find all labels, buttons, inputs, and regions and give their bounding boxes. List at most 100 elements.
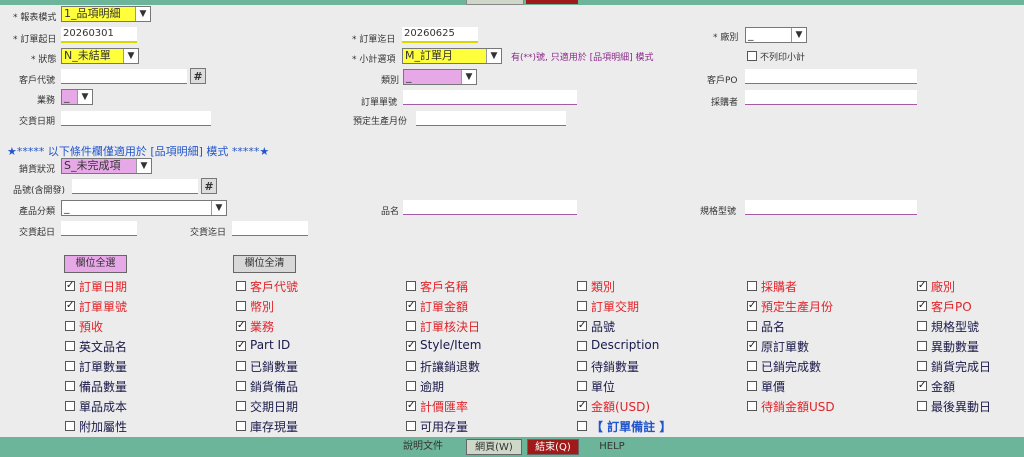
no-subtotal-checkbox[interactable] [747,51,757,61]
column-checkbox[interactable]: ✓ [747,341,757,351]
column-checkbox-label[interactable]: 待銷數量 [591,358,639,375]
column-checkbox[interactable]: ✓ [406,301,416,311]
column-checkbox[interactable] [577,281,587,291]
column-checkbox[interactable] [406,321,416,331]
column-checkbox-label[interactable]: 廠別 [931,278,955,295]
column-checkbox[interactable] [577,421,587,431]
column-checkbox[interactable]: ✓ [236,321,246,331]
column-checkbox-label[interactable]: 已銷數量 [250,358,298,375]
column-checkbox-label[interactable]: 附加屬性 [79,418,127,435]
column-checkbox-label[interactable]: 已銷完成數 [761,358,821,375]
column-checkbox[interactable]: ✓ [917,381,927,391]
column-checkbox[interactable]: ✓ [236,341,246,351]
part-lookup-button[interactable]: # [201,178,217,194]
column-checkbox[interactable] [577,381,587,391]
column-checkbox-label[interactable]: 訂單單號 [79,298,127,315]
clear-all-button[interactable]: 欄位全清 [233,255,296,273]
column-checkbox-label[interactable]: 金額 [931,378,955,395]
column-checkbox-label[interactable]: 預收 [79,318,103,335]
column-checkbox[interactable] [577,341,587,351]
column-checkbox[interactable]: ✓ [65,301,75,311]
column-checkbox-label[interactable]: 訂單核決日 [420,318,480,335]
help-link[interactable]: HELP [594,439,630,455]
column-checkbox-label[interactable]: 客戶名稱 [420,278,468,295]
column-checkbox-label[interactable]: Style/Item [420,338,482,352]
column-checkbox-label[interactable]: 逾期 [420,378,444,395]
exit-button[interactable]: 結束(Q) [527,439,579,455]
planned-month-input[interactable] [416,111,566,126]
column-checkbox[interactable] [65,401,75,411]
column-checkbox[interactable] [577,301,587,311]
column-checkbox[interactable] [65,341,75,351]
column-checkbox-label[interactable]: 最後異動日 [931,398,991,415]
column-checkbox[interactable] [747,281,757,291]
column-checkbox[interactable] [236,301,246,311]
status-select[interactable]: N_未結單 ▼ [61,48,139,64]
column-checkbox[interactable] [236,421,246,431]
column-checkbox[interactable] [747,321,757,331]
column-checkbox-label[interactable]: 幣別 [250,298,274,315]
column-checkbox-label[interactable]: 異動數量 [931,338,979,355]
column-checkbox-label[interactable]: 客戶代號 [250,278,298,295]
customer-po-input[interactable] [745,69,917,84]
column-checkbox[interactable] [65,421,75,431]
column-checkbox[interactable] [406,281,416,291]
doc-link[interactable]: 說明文件 [396,439,450,455]
web-button[interactable]: 網頁(W) [466,439,522,455]
sales-select[interactable]: _ ▼ [61,89,93,105]
delivery-end-input[interactable] [232,221,308,236]
column-checkbox[interactable] [236,381,246,391]
column-checkbox-label[interactable]: 訂單金額 [420,298,468,315]
column-checkbox[interactable]: ✓ [747,301,757,311]
column-checkbox[interactable] [747,381,757,391]
column-checkbox-label[interactable]: 單品成本 [79,398,127,415]
column-checkbox-label[interactable]: 可用存量 [420,418,468,435]
column-checkbox-label[interactable]: 業務 [250,318,274,335]
order-end-input[interactable]: 20260625 [402,27,478,43]
column-checkbox-label[interactable]: 銷貨備品 [250,378,298,395]
subtotal-select[interactable]: M_訂單月 ▼ [402,48,502,64]
order-no-input[interactable] [403,90,577,105]
buyer-input[interactable] [745,90,917,105]
column-checkbox[interactable]: ✓ [577,401,587,411]
column-checkbox-label[interactable]: 交期日期 [250,398,298,415]
column-checkbox[interactable] [406,421,416,431]
factory-select[interactable]: _ ▼ [745,27,807,43]
column-checkbox-label[interactable]: 金額(USD) [591,398,650,415]
customer-code-input[interactable] [61,69,187,84]
column-checkbox[interactable] [406,381,416,391]
column-checkbox-label[interactable]: 備品數量 [79,378,127,395]
column-checkbox[interactable] [65,361,75,371]
column-checkbox-label[interactable]: 折讓銷退數 [420,358,480,375]
column-checkbox-label[interactable]: 【 訂單備註 】 [591,418,671,435]
column-checkbox[interactable] [577,361,587,371]
column-checkbox-label[interactable]: 品名 [761,318,785,335]
select-all-button[interactable]: 欄位全選 [64,255,127,273]
top-exit-button-edge[interactable] [526,0,578,4]
column-checkbox-label[interactable]: 待銷金額USD [761,398,835,415]
column-checkbox[interactable]: ✓ [406,401,416,411]
sales-status-select[interactable]: S_未完成項 ▼ [61,158,152,174]
column-checkbox-label[interactable]: 類別 [591,278,615,295]
column-checkbox[interactable] [747,401,757,411]
column-checkbox-label[interactable]: 原訂單數 [761,338,809,355]
column-checkbox-label[interactable]: 庫存現量 [250,418,298,435]
column-checkbox[interactable] [917,401,927,411]
category-select[interactable]: _ ▼ [403,69,477,85]
column-checkbox[interactable] [747,361,757,371]
column-checkbox[interactable] [917,361,927,371]
report-mode-select[interactable]: 1_品項明細 ▼ [61,6,151,22]
column-checkbox[interactable] [236,281,246,291]
column-checkbox[interactable]: ✓ [65,281,75,291]
column-checkbox[interactable] [917,341,927,351]
column-checkbox-label[interactable]: 計價匯率 [420,398,468,415]
column-checkbox-label[interactable]: Part ID [250,338,290,352]
product-category-select[interactable]: _ ▼ [61,200,227,216]
column-checkbox[interactable] [236,401,246,411]
column-checkbox[interactable] [236,361,246,371]
column-checkbox-label[interactable]: 訂單日期 [79,278,127,295]
column-checkbox[interactable] [406,361,416,371]
part-no-input[interactable] [72,179,198,194]
column-checkbox[interactable] [65,321,75,331]
product-name-input[interactable] [403,200,577,215]
